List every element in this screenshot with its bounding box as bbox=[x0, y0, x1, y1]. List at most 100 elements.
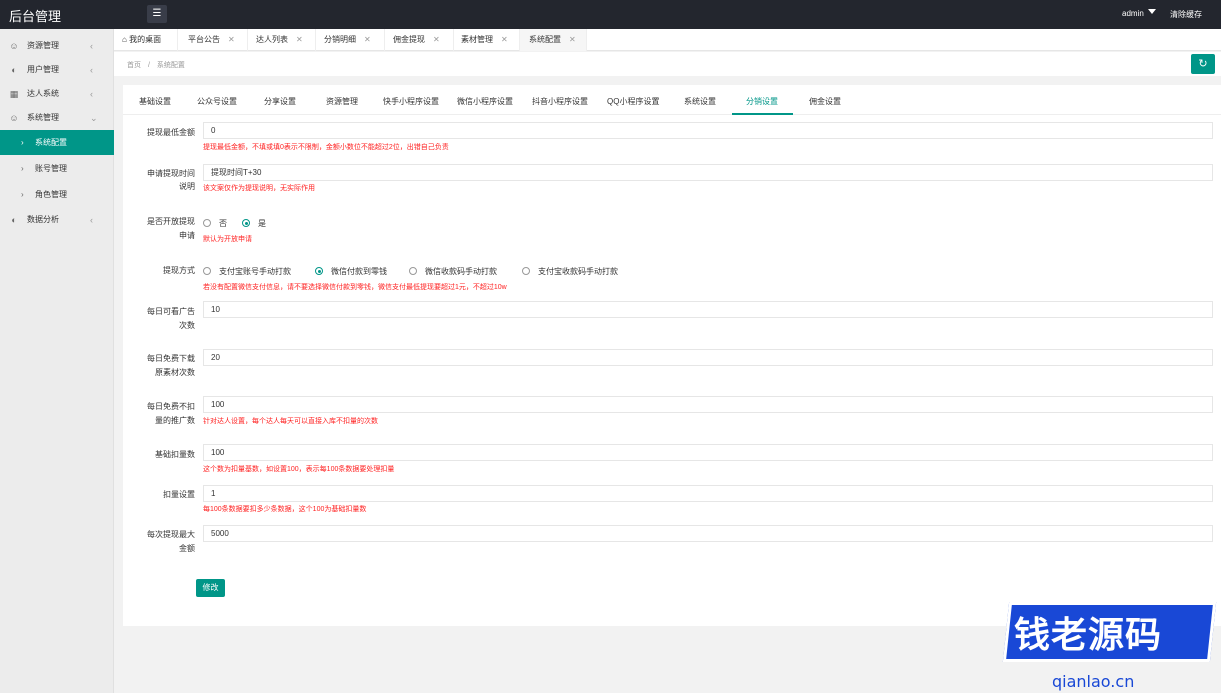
breadcrumb-bar: 首页 / 系统配置 ↻ bbox=[114, 52, 1221, 76]
daily-ads-label-1: 每日可看广告 bbox=[147, 307, 195, 316]
max-withdraw-input[interactable]: 5000 bbox=[203, 525, 1213, 542]
daily-no-deduct-hint: 针对达人设置，每个达人每天可以直接入库不扣量的次数 bbox=[203, 418, 378, 425]
active-subtab-indicator bbox=[732, 113, 793, 115]
grid-icon: ▦ bbox=[9, 89, 19, 99]
open-withdraw-label-1: 是否开放提现 bbox=[147, 217, 195, 226]
sidebar-item-accounts[interactable]: › 账号管理 bbox=[0, 156, 114, 181]
radio-alipay-account[interactable]: 支付宝账号手动打款 bbox=[203, 266, 291, 277]
withdraw-time-hint: 该文案仅作为提现说明，无实际作用 bbox=[203, 185, 315, 192]
withdraw-method-radios: 支付宝账号手动打款 微信付款到零钱 微信收款码手动打款 支付宝收款码手动打款 bbox=[203, 266, 803, 278]
watermark-text: 钱老源码 bbox=[1014, 615, 1163, 656]
radio-off-icon bbox=[409, 267, 417, 275]
daily-no-deduct-label-2: 量的推广数 bbox=[155, 416, 195, 425]
user-icon: ☺ bbox=[9, 113, 19, 123]
subtab-kuaishou[interactable]: 快手小程序设置 bbox=[383, 96, 439, 107]
deduct-setting-input[interactable]: 1 bbox=[203, 485, 1213, 502]
radio-no[interactable]: 否 bbox=[203, 218, 227, 229]
caret-down-icon[interactable] bbox=[1148, 9, 1156, 14]
daily-download-label-2: 原素材次数 bbox=[155, 368, 195, 377]
submit-button[interactable]: 修改 bbox=[196, 579, 225, 597]
tab-distribution[interactable]: 分销明细 ✕ bbox=[316, 29, 385, 51]
subtab-douyin-mini[interactable]: 抖音小程序设置 bbox=[532, 96, 588, 107]
breadcrumb: 首页 / 系统配置 bbox=[127, 62, 185, 69]
subtab-basic[interactable]: 基础设置 bbox=[139, 96, 171, 107]
user-menu[interactable]: admin bbox=[1122, 9, 1144, 18]
open-withdraw-radios: 否 是 bbox=[203, 218, 403, 230]
chevron-left-icon: ‹ bbox=[90, 89, 93, 99]
radio-wechat-change[interactable]: 微信付款到零钱 bbox=[315, 266, 387, 277]
clear-cache-button[interactable]: 清除缓存 bbox=[1170, 9, 1202, 20]
subtab-resources[interactable]: 资源管理 bbox=[326, 96, 358, 107]
subtab-system[interactable]: 系统设置 bbox=[684, 96, 716, 107]
min-withdraw-input[interactable]: 0 bbox=[203, 122, 1213, 139]
open-withdraw-hint: 默认为开放申请 bbox=[203, 236, 252, 243]
withdraw-time-label-2: 说明 bbox=[179, 182, 195, 191]
withdraw-method-label: 提现方式 bbox=[163, 266, 195, 275]
radio-on-icon bbox=[315, 267, 323, 275]
close-icon[interactable]: ✕ bbox=[228, 35, 235, 44]
radio-yes[interactable]: 是 bbox=[242, 218, 266, 229]
subtab-wechat-mini[interactable]: 微信小程序设置 bbox=[457, 96, 513, 107]
tab-system-config[interactable]: 系统配置 ✕ bbox=[520, 29, 587, 51]
subtab-distribution[interactable]: 分销设置 bbox=[746, 96, 778, 107]
daily-no-deduct-label-1: 每日免费不扣 bbox=[147, 402, 195, 411]
tab-talent-list[interactable]: 达人列表 ✕ bbox=[248, 29, 316, 51]
subtab-official-account[interactable]: 公众号设置 bbox=[197, 96, 237, 107]
gauge-icon: ◐ bbox=[11, 215, 17, 225]
radio-wechat-qr[interactable]: 微信收款码手动打款 bbox=[409, 266, 497, 277]
list-icon[interactable]: ☰ bbox=[147, 5, 167, 23]
tab-commission[interactable]: 佣金提现 ✕ bbox=[385, 29, 454, 51]
daily-no-deduct-input[interactable]: 100 bbox=[203, 396, 1213, 413]
sidebar-item-users[interactable]: ◐ 用户管理 ‹ bbox=[0, 58, 114, 82]
max-withdraw-label-1: 每次提现最大 bbox=[147, 530, 195, 539]
radio-alipay-qr[interactable]: 支付宝收款码手动打款 bbox=[522, 266, 618, 277]
sidebar-item-analytics[interactable]: ◐ 数据分析 ‹ bbox=[0, 208, 114, 232]
tab-announcements[interactable]: 平台公告 ✕ bbox=[178, 29, 248, 51]
close-icon[interactable]: ✕ bbox=[569, 35, 576, 44]
gauge-icon: ◐ bbox=[11, 65, 17, 75]
chevron-right-icon: › bbox=[21, 138, 24, 147]
close-icon[interactable]: ✕ bbox=[296, 35, 303, 44]
sidebar: ☺ 资源管理 ‹ ◐ 用户管理 ‹ ▦ 达人系统 ‹ ☺ 系统管理 ⌄ › 系统… bbox=[0, 29, 114, 693]
deduct-setting-label: 扣量设置 bbox=[163, 490, 195, 499]
subtab-qq-mini[interactable]: QQ小程序设置 bbox=[607, 96, 659, 107]
app-title: 后台管理 bbox=[9, 9, 62, 24]
sidebar-item-system-config[interactable]: › 系统配置 bbox=[0, 130, 114, 155]
top-bar: 后台管理 ☰ admin 清除缓存 bbox=[0, 0, 1221, 29]
refresh-icon[interactable]: ↻ bbox=[1191, 54, 1215, 74]
tabs-bar: ⌂ 我的桌面 平台公告 ✕ 达人列表 ✕ 分销明细 ✕ 佣金提现 ✕ 素材管理 ✕ 系统配… bbox=[114, 29, 1221, 51]
sidebar-item-system[interactable]: ☺ 系统管理 ⌄ bbox=[0, 106, 114, 130]
base-deduct-hint: 这个数为扣量基数，如设置100，表示每100条数据要处理扣量 bbox=[203, 466, 395, 473]
breadcrumb-home[interactable]: 首页 bbox=[127, 62, 141, 69]
tab-desktop[interactable]: ⌂ 我的桌面 bbox=[114, 29, 178, 51]
daily-ads-input[interactable]: 10 bbox=[203, 301, 1213, 318]
subtab-commission[interactable]: 佣金设置 bbox=[809, 96, 841, 107]
subtab-share[interactable]: 分享设置 bbox=[264, 96, 296, 107]
tab-materials[interactable]: 素材管理 ✕ bbox=[454, 29, 520, 51]
home-icon: ⌂ bbox=[122, 35, 127, 44]
withdraw-time-input[interactable]: 提现时间T+30 bbox=[203, 164, 1213, 181]
sidebar-item-talent[interactable]: ▦ 达人系统 ‹ bbox=[0, 82, 114, 106]
sidebar-item-roles[interactable]: › 角色管理 bbox=[0, 182, 114, 207]
radio-off-icon bbox=[203, 219, 211, 227]
radio-off-icon bbox=[522, 267, 530, 275]
close-icon[interactable]: ✕ bbox=[501, 35, 508, 44]
radio-on-icon bbox=[242, 219, 250, 227]
sidebar-item-resources[interactable]: ☺ 资源管理 ‹ bbox=[0, 34, 114, 58]
daily-download-input[interactable]: 20 bbox=[203, 349, 1213, 366]
watermark-url: qianlao.cn bbox=[1052, 672, 1135, 691]
close-icon[interactable]: ✕ bbox=[364, 35, 371, 44]
watermark-logo: 钱老源码 qianlao.cn bbox=[1000, 596, 1221, 693]
close-icon[interactable]: ✕ bbox=[433, 35, 440, 44]
chevron-right-icon: › bbox=[21, 190, 24, 199]
breadcrumb-current: 系统配置 bbox=[156, 62, 185, 69]
min-withdraw-hint: 提现最低金额，不填或填0表示不限制，金额小数位不能超过2位，出错自己负责 bbox=[203, 144, 449, 151]
deduct-setting-hint: 每100条数据要扣多少条数据，这个100为基础扣量数 bbox=[203, 506, 367, 513]
open-withdraw-label-2: 申请 bbox=[179, 231, 195, 240]
radio-off-icon bbox=[203, 267, 211, 275]
daily-ads-label-2: 次数 bbox=[179, 321, 195, 330]
chevron-left-icon: ‹ bbox=[90, 215, 93, 225]
chevron-left-icon: ‹ bbox=[90, 65, 93, 75]
base-deduct-input[interactable]: 100 bbox=[203, 444, 1213, 461]
withdraw-method-hint: 若没有配置微信支付信息，请不要选择微信付款到零钱，微信支付最低提现要超过1元，不… bbox=[203, 284, 507, 291]
